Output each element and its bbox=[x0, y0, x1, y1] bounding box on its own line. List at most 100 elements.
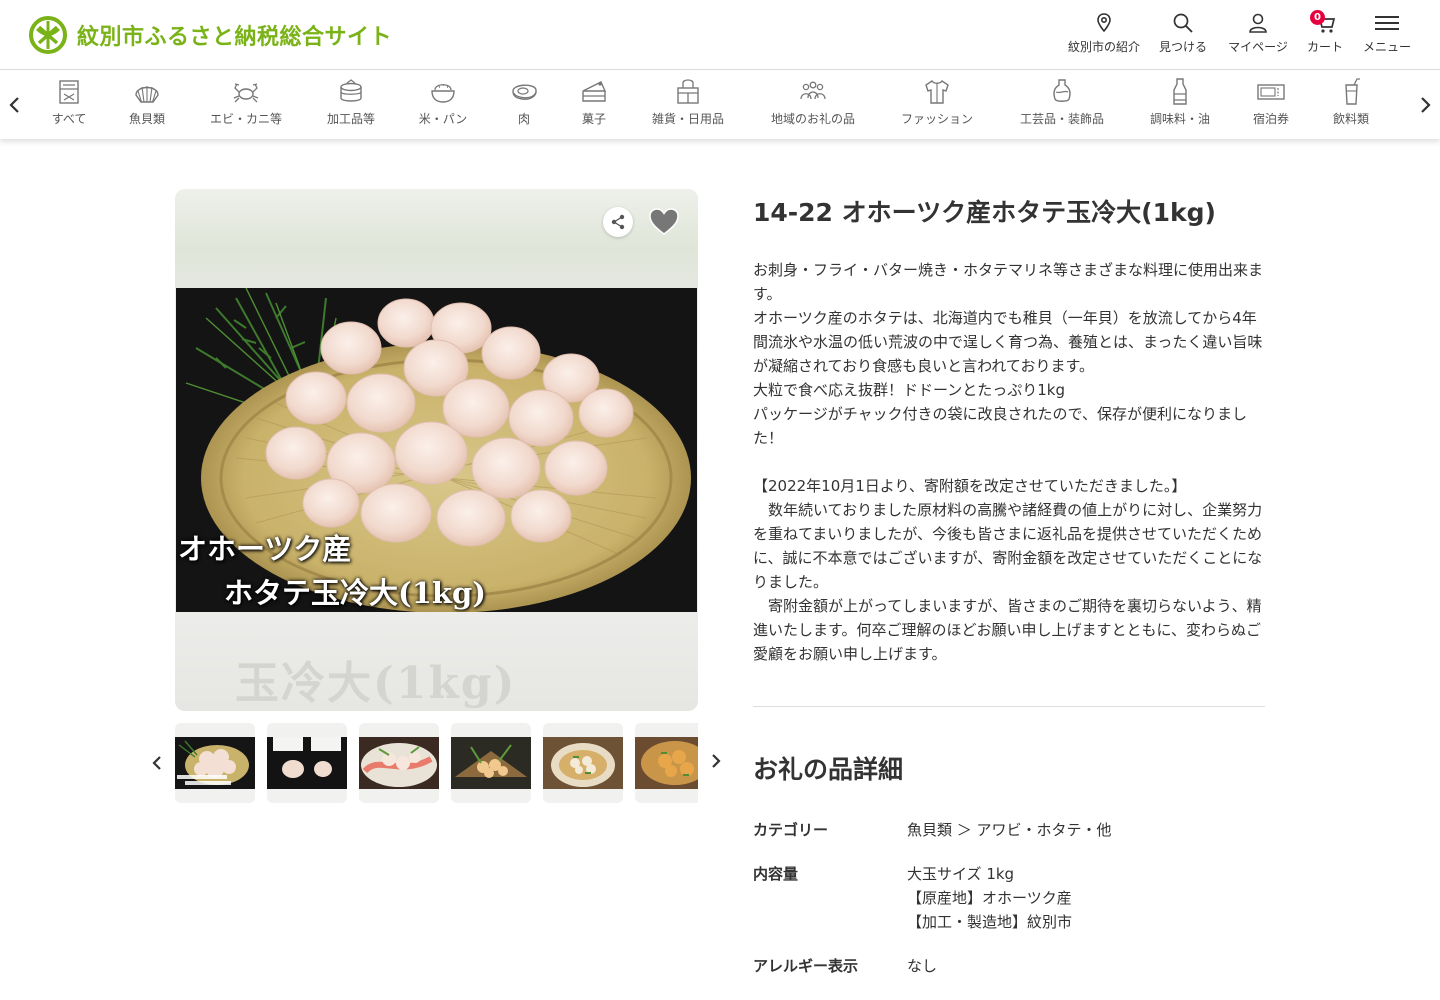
thumbnail-image bbox=[175, 737, 255, 789]
nav-label: マイページ bbox=[1228, 40, 1288, 54]
category-processed[interactable]: 加工品等 bbox=[322, 77, 380, 127]
category-meat[interactable]: 肉 bbox=[505, 77, 543, 127]
thumbnail-next-icon[interactable] bbox=[707, 750, 725, 772]
thumbnail-5[interactable] bbox=[543, 723, 623, 803]
meat-icon bbox=[512, 84, 537, 100]
product-main-image[interactable]: 玉冷大(1kg) オホーツク産 ホタテ玉冷大(1kg) bbox=[175, 189, 698, 711]
category-shrimp-crab[interactable]: エビ・カニ等 bbox=[204, 77, 288, 127]
category-sweets[interactable]: 菓子 bbox=[574, 77, 614, 127]
category-drinks[interactable]: 飲料類 bbox=[1327, 77, 1375, 127]
thumbnail-image bbox=[451, 737, 531, 789]
hamburger-menu-icon bbox=[1375, 16, 1399, 30]
shopping-bag-icon bbox=[677, 79, 699, 104]
people-icon bbox=[800, 81, 826, 100]
category-label: 肉 bbox=[517, 112, 530, 126]
nav-label: カート bbox=[1306, 40, 1343, 54]
category-seafood[interactable]: 魚貝類 bbox=[122, 77, 172, 127]
nav-label: 見つける bbox=[1158, 40, 1207, 54]
site-header: 紋別市ふるさと納税総合サイト 紋別市の紹介 見つける マイページ 0 カート メ… bbox=[0, 0, 1440, 70]
crab-icon bbox=[233, 83, 259, 103]
category-label: 飲料類 bbox=[1332, 112, 1369, 126]
detail-value: 大玉サイズ 1kg bbox=[907, 865, 1015, 883]
shell-icon bbox=[135, 86, 159, 103]
thumbnail-1[interactable] bbox=[175, 723, 255, 803]
description-paragraph: 寄附金額が上がってしまいますが、皆さまのご期待を裏切らないよう、精進いたします。… bbox=[753, 597, 1262, 663]
category-fashion[interactable]: ファッション bbox=[895, 77, 979, 127]
detail-key: 内容量 bbox=[753, 865, 799, 883]
category-seasoning[interactable]: 調味料・油 bbox=[1144, 77, 1216, 127]
detail-row-allergy: アレルギー表示 なし bbox=[753, 954, 1265, 978]
thumbnail-image bbox=[543, 737, 623, 789]
image-blurred-caption: 玉冷大(1kg) bbox=[235, 658, 517, 709]
detail-value: なし bbox=[907, 957, 938, 975]
scallop-photo: オホーツク産 ホタテ玉冷大(1kg) bbox=[176, 288, 697, 612]
detail-row-category: カテゴリー 魚貝類 ＞ アワビ・ホタテ・他 bbox=[753, 818, 1265, 842]
category-label: 菓子 bbox=[581, 112, 606, 126]
category-label: 工芸品・装飾品 bbox=[1019, 112, 1104, 126]
category-bar: すべて 魚貝類 エビ・カニ等 加工品等 米・パン 肉 菓子 雑貨・日用品 地域の… bbox=[0, 71, 1440, 139]
thumbnail-2[interactable] bbox=[267, 723, 347, 803]
chevron-right-icon[interactable] bbox=[1415, 93, 1435, 117]
detail-value: 【加工・製造地】紋別市 bbox=[907, 913, 1073, 931]
detail-key: カテゴリー bbox=[753, 821, 829, 839]
description-paragraph: パッケージがチャック付きの袋に改良されたので、保存が便利になりました！ bbox=[753, 405, 1247, 447]
cart-count-badge: 0 bbox=[1310, 10, 1325, 25]
detail-key: アレルギー表示 bbox=[753, 957, 859, 975]
cake-icon bbox=[582, 81, 607, 102]
nav-label: メニュー bbox=[1362, 40, 1411, 54]
category-label: ファッション bbox=[900, 112, 973, 126]
category-label: 宿泊券 bbox=[1252, 112, 1289, 126]
category-all[interactable]: すべて bbox=[45, 77, 93, 127]
thumbnail-strip bbox=[175, 723, 698, 803]
nav-mypage[interactable]: マイページ bbox=[1227, 12, 1289, 62]
description-blank-line: ​ bbox=[753, 450, 1267, 474]
favorite-heart-icon[interactable] bbox=[647, 207, 681, 237]
product-title: 14-22 オホーツク産ホタテ玉冷大(1kg) bbox=[753, 198, 1216, 227]
category-rice-bread[interactable]: 米・パン bbox=[414, 77, 472, 127]
category-label: 調味料・油 bbox=[1149, 112, 1210, 126]
thumbnail-image bbox=[359, 737, 439, 789]
thumbnail-prev-icon[interactable] bbox=[148, 752, 166, 774]
category-local[interactable]: 地域のお礼の品 bbox=[765, 77, 861, 127]
category-label: 魚貝類 bbox=[128, 112, 165, 126]
rice-bowl-icon bbox=[431, 84, 455, 103]
thumbnail-4[interactable] bbox=[451, 723, 531, 803]
can-icon bbox=[340, 79, 362, 102]
vase-icon bbox=[1053, 79, 1071, 102]
category-label: 地域のお礼の品 bbox=[770, 112, 855, 126]
detail-value: 魚貝類 ＞ アワビ・ホタテ・他 bbox=[907, 821, 1112, 839]
nav-label: 紋別市の紹介 bbox=[1067, 40, 1140, 54]
bottle-icon bbox=[1173, 78, 1187, 105]
category-goods[interactable]: 雑貨・日用品 bbox=[646, 77, 730, 127]
share-button[interactable] bbox=[603, 207, 633, 237]
thumbnail-image bbox=[635, 737, 698, 789]
site-logo[interactable]: 紋別市ふるさと納税総合サイト bbox=[29, 16, 392, 54]
nav-menu[interactable]: メニュー bbox=[1361, 12, 1413, 62]
description-paragraph: オホーツク産のホタテは、北海道内でも稚貝（一年貝）を放流してから4年間流氷や水温… bbox=[753, 309, 1263, 375]
thumbnail-image bbox=[267, 737, 347, 789]
category-label: 雑貨・日用品 bbox=[651, 112, 724, 126]
image-caption-line1: オホーツク産 bbox=[178, 532, 352, 566]
product-description: お刺身・フライ・バター焼き・ホタテマリネ等さまざまな料理に使用出来ます。 オホー… bbox=[753, 258, 1267, 666]
category-label: すべて bbox=[51, 112, 87, 126]
nav-cart[interactable]: 0 カート bbox=[1305, 10, 1345, 62]
chevron-left-icon[interactable] bbox=[5, 93, 25, 117]
all-items-icon bbox=[59, 80, 79, 104]
detail-value: 【原産地】オホーツク産 bbox=[907, 889, 1072, 907]
category-label: 米・パン bbox=[418, 112, 468, 126]
nav-search[interactable]: 見つける bbox=[1157, 12, 1209, 62]
category-label: 加工品等 bbox=[326, 112, 375, 126]
search-icon bbox=[1173, 13, 1193, 33]
description-paragraph: お刺身・フライ・バター焼き・ホタテマリネ等さまざまな料理に使用出来ます。 bbox=[753, 261, 1264, 303]
category-label: エビ・カニ等 bbox=[209, 112, 282, 126]
category-lodging[interactable]: 宿泊券 bbox=[1247, 77, 1295, 127]
description-paragraph: 大粒で食べ応え抜群！ドドーンとたっぷり1kg bbox=[753, 381, 1066, 399]
image-caption-line2: ホタテ玉冷大(1kg) bbox=[224, 576, 486, 610]
thumbnail-6[interactable] bbox=[635, 723, 698, 803]
thumbnail-3[interactable] bbox=[359, 723, 439, 803]
ticket-icon bbox=[1257, 84, 1285, 100]
category-crafts[interactable]: 工芸品・装飾品 bbox=[1013, 77, 1111, 127]
nav-city-intro[interactable]: 紋別市の紹介 bbox=[1067, 12, 1141, 62]
shirt-icon bbox=[925, 80, 949, 104]
location-pin-icon bbox=[1097, 13, 1111, 33]
